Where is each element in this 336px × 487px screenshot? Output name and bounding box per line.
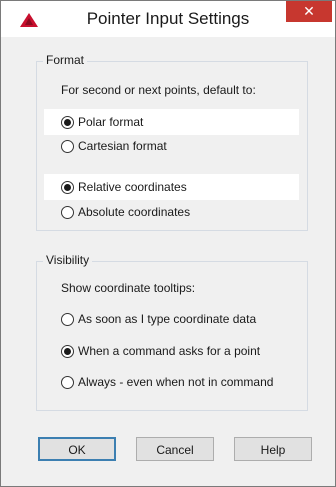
help-button[interactable]: Help	[234, 437, 312, 461]
radio-label: When a command asks for a point	[78, 344, 261, 358]
always-radio[interactable]: Always - even when not in command	[44, 369, 299, 395]
as-soon-as-type-radio[interactable]: As soon as I type coordinate data	[44, 306, 299, 332]
polar-format-radio[interactable]: Polar format	[44, 109, 299, 135]
pointer-input-settings-dialog: Pointer Input Settings ✕ Format For seco…	[0, 0, 336, 487]
autocad-logo-icon	[20, 13, 38, 27]
close-button[interactable]: ✕	[286, 1, 332, 22]
cancel-button[interactable]: Cancel	[136, 437, 214, 461]
ok-button[interactable]: OK	[38, 437, 116, 461]
title-bar: Pointer Input Settings ✕	[1, 1, 335, 37]
radio-circle	[61, 312, 74, 326]
radio-label: Relative coordinates	[78, 180, 187, 194]
radio-circle-checked	[61, 180, 74, 194]
visibility-group-legend: Visibility	[43, 253, 93, 267]
absolute-coordinates-radio[interactable]: Absolute coordinates	[44, 199, 299, 225]
radio-circle	[61, 205, 74, 219]
relative-coordinates-radio[interactable]: Relative coordinates	[44, 174, 299, 200]
format-prompt: For second or next points, default to:	[61, 83, 256, 97]
radio-circle	[61, 375, 74, 389]
window-title: Pointer Input Settings	[86, 9, 250, 28]
radio-label: Polar format	[78, 115, 144, 129]
when-command-asks-radio[interactable]: When a command asks for a point	[44, 338, 299, 364]
radio-label: Cartesian format	[78, 139, 167, 153]
radio-label: Absolute coordinates	[78, 205, 191, 219]
cartesian-format-radio[interactable]: Cartesian format	[44, 133, 299, 159]
format-group-legend: Format	[43, 53, 88, 67]
radio-label: Always - even when not in command	[78, 375, 274, 389]
radio-label: As soon as I type coordinate data	[78, 312, 257, 326]
visibility-prompt: Show coordinate tooltips:	[61, 281, 196, 295]
radio-circle-checked	[61, 344, 74, 358]
radio-circle-checked	[61, 115, 74, 129]
radio-circle	[61, 139, 74, 153]
